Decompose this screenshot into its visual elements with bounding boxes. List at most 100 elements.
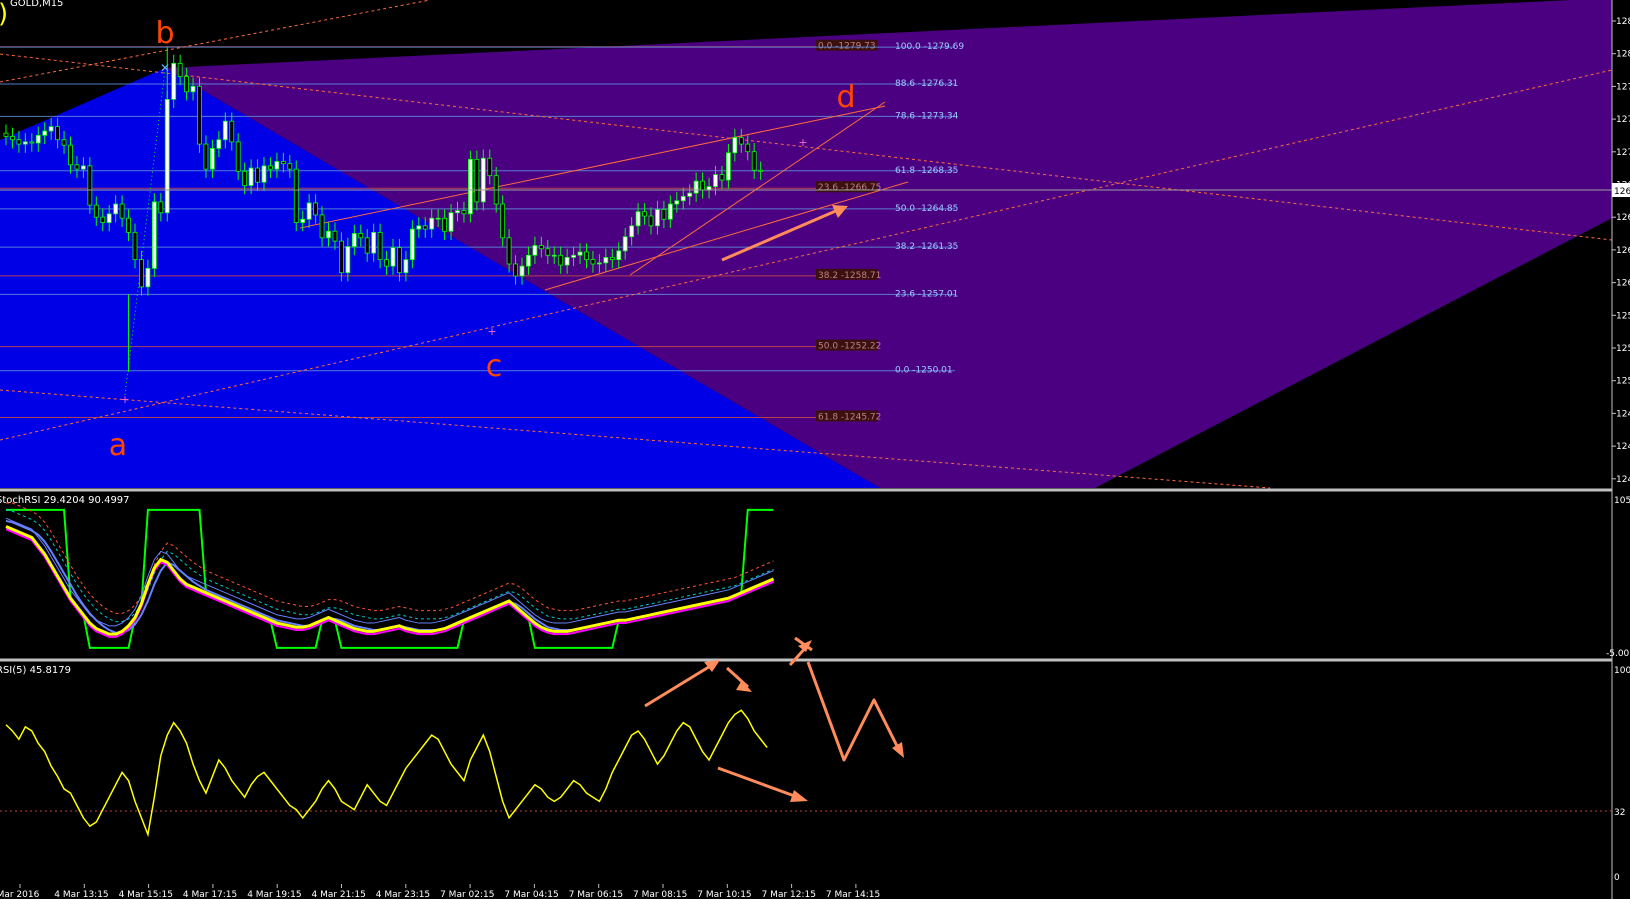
candle-body xyxy=(87,165,93,206)
candle-body xyxy=(371,231,377,254)
candle-body xyxy=(100,216,106,223)
candle-body xyxy=(506,237,512,265)
candle-body xyxy=(442,217,448,232)
candle-body xyxy=(751,151,757,171)
candle-body xyxy=(151,201,157,269)
fib-level-label: 78.6 -1273.34 xyxy=(895,111,959,121)
candle-body xyxy=(3,132,9,137)
candle-body xyxy=(139,259,144,288)
price-panel[interactable]: 0.0 -1279.73 100.0 -1279.6988.6 -1276.317… xyxy=(0,0,1613,489)
candle-body xyxy=(706,186,712,191)
candle-body xyxy=(229,120,235,143)
wave-label-d: d xyxy=(836,80,855,115)
swing-marker-a: + xyxy=(120,393,129,406)
candle-body xyxy=(345,246,351,274)
candle-body xyxy=(81,165,86,170)
candle-body xyxy=(429,217,435,230)
rsi-label: RSI(5) 45.8179 xyxy=(0,665,71,676)
fib-level-label: 100.0 -1279.69 xyxy=(895,42,964,52)
candle-body xyxy=(29,141,35,144)
candle-body xyxy=(629,225,635,238)
fib-level-label: 50.0 -1264.85 xyxy=(895,204,958,214)
candle-body xyxy=(622,236,628,252)
candle-body xyxy=(113,203,119,215)
candle-body xyxy=(16,139,22,145)
candle-body xyxy=(306,202,312,220)
candle-body xyxy=(519,265,525,277)
stoch-blue-thin-line xyxy=(5,517,774,627)
rsi-scale-bottom: 0 xyxy=(1614,873,1620,883)
candle-body xyxy=(326,230,331,239)
time-axis-label: 4 Mar 21:15 xyxy=(312,890,366,899)
candle-body xyxy=(738,137,744,145)
candle-body xyxy=(242,170,248,186)
price-axis-label: 1277 xyxy=(1616,82,1630,92)
candle-body xyxy=(655,209,660,227)
candle-body xyxy=(397,247,402,274)
candle-body xyxy=(687,192,693,197)
candle-body xyxy=(261,165,267,183)
candle-body xyxy=(171,63,177,100)
candle-body xyxy=(480,157,486,203)
time-axis-label: 7 Mar 06:15 xyxy=(569,890,623,899)
candle-body xyxy=(674,200,680,205)
price-axis-label: 1271 xyxy=(1616,148,1630,158)
candle-body xyxy=(571,254,576,258)
time-axis[interactable]: 4 Mar 2016 4 Mar 13:15 4 Mar 15:15 4 Mar 17… xyxy=(0,884,880,899)
candle-body xyxy=(693,180,699,194)
time-axis-label: 7 Mar 08:15 xyxy=(633,890,687,899)
stoch-magenta-line xyxy=(5,528,774,638)
candle-body xyxy=(416,225,422,230)
stoch-signal-red xyxy=(6,502,774,614)
candle-body xyxy=(61,139,67,146)
stoch-rsi-panel[interactable]: StochRSI 29.4204 90.4997 105 -5.00 xyxy=(0,495,1630,667)
time-axis-label: 7 Mar 02:15 xyxy=(440,890,494,899)
candle-body xyxy=(332,230,338,242)
price-axis-label: 1260 xyxy=(1616,279,1630,289)
stoch-scale-bottom: -5.00 xyxy=(1606,649,1630,659)
candle-body xyxy=(293,168,299,223)
candle-body xyxy=(74,164,80,170)
candle-body xyxy=(313,202,319,216)
time-axis-label: 4 Mar 17:15 xyxy=(183,890,237,899)
swing-marker-c: + xyxy=(487,325,496,338)
rsi-scale-top: 100 xyxy=(1614,666,1630,676)
rsi-annotation-arrows xyxy=(644,636,902,800)
candle-body xyxy=(700,180,705,191)
candle-body xyxy=(545,248,551,256)
rsi-arrow-head-3 xyxy=(790,790,808,802)
candle-body xyxy=(500,203,506,239)
candle-body xyxy=(661,209,667,220)
candle-body xyxy=(184,76,190,93)
candle-body xyxy=(642,211,647,217)
price-axis-label: 1251 xyxy=(1616,377,1630,387)
candle-body xyxy=(648,215,654,227)
rsi-level-label: 32 xyxy=(1614,808,1625,818)
candle-body xyxy=(467,158,473,215)
candle-body xyxy=(274,161,280,170)
candle-body xyxy=(435,217,441,220)
candle-body xyxy=(558,254,564,266)
candle-body xyxy=(93,204,99,218)
candle-body xyxy=(513,263,518,277)
candle-body xyxy=(203,143,209,170)
candle-body xyxy=(35,134,41,144)
fib-level-label: 38.2 -1258.71 xyxy=(818,271,881,281)
fib-level-label: 0.0 -1250.01 xyxy=(895,366,953,376)
stoch-k-line xyxy=(5,525,775,636)
price-axis-label: 1248 xyxy=(1616,409,1630,419)
candle-body xyxy=(422,225,428,230)
rsi-panel[interactable]: RSI(5) 45.8179 100 32 0 xyxy=(0,636,1630,883)
candle-body xyxy=(551,254,557,257)
fib-level-label: 61.8 -1245.72 xyxy=(818,412,881,422)
time-axis-label: 4 Mar 2016 xyxy=(0,890,40,899)
chart-canvas: 0.0 -1279.73 100.0 -1279.6988.6 -1276.317… xyxy=(0,0,1630,899)
price-axis-label: 1266 xyxy=(1616,213,1630,223)
candle-body xyxy=(377,231,383,261)
candle-body xyxy=(538,245,544,250)
price-axis-label: 1280 xyxy=(1616,50,1630,60)
candle-body xyxy=(745,143,751,153)
candle-body xyxy=(280,161,286,165)
candle-body xyxy=(48,126,54,132)
candle-body xyxy=(338,240,344,274)
